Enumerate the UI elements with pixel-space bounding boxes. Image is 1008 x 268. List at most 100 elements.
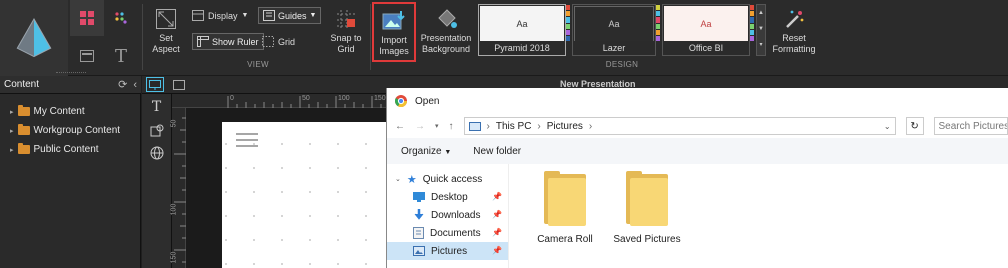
nav-desktop[interactable]: Desktop 📌 xyxy=(387,188,508,206)
ruler-corner xyxy=(172,94,210,108)
pin-icon[interactable]: 📌 xyxy=(492,246,502,255)
content-panel-header: Content ⟳ ‹ xyxy=(0,76,141,94)
display-label: Display xyxy=(208,10,238,21)
magic-wand-icon xyxy=(786,10,804,28)
show-ruler-toggle[interactable]: Show Ruler xyxy=(192,33,264,50)
reset-formatting-button[interactable]: Reset Formatting xyxy=(770,4,818,55)
globe-icon xyxy=(150,146,163,160)
layout-button[interactable] xyxy=(70,38,104,74)
shape-tool-button[interactable] xyxy=(142,120,171,142)
dialog-title-bar: Open xyxy=(387,88,1008,114)
content-panel-title: Content xyxy=(4,79,40,90)
new-folder-button[interactable]: New folder xyxy=(473,146,521,157)
breadcrumb-this-pc[interactable]: This PC xyxy=(496,121,532,132)
grid-toggle[interactable]: Grid xyxy=(262,36,295,47)
theme-name: Pyramid 2018 xyxy=(479,41,565,55)
nav-downloads[interactable]: Downloads 📌 xyxy=(387,206,508,224)
web-tool-button[interactable] xyxy=(142,142,171,164)
chevron-down-icon: ▼ xyxy=(444,148,452,156)
apps-grid-icon xyxy=(80,11,94,25)
tree-item-workgroup-content[interactable]: ▸ Workgroup Content xyxy=(0,121,140,140)
file-list: Camera Roll Saved Pictures xyxy=(509,164,1008,268)
dots-button[interactable] xyxy=(104,0,138,36)
collapse-left-icon[interactable]: ‹ xyxy=(133,79,137,91)
back-arrow-icon[interactable]: ← xyxy=(395,121,405,132)
pictures-icon xyxy=(413,246,425,256)
text-tool-icon[interactable]: T xyxy=(142,94,171,120)
guides-dropdown[interactable]: Guides ▼ xyxy=(258,7,322,24)
folder-icon xyxy=(626,171,668,226)
nav-pictures[interactable]: Pictures 📌 xyxy=(387,242,508,260)
dialog-title: Open xyxy=(415,95,440,107)
refresh-icon[interactable]: ⟳ xyxy=(118,78,127,91)
breadcrumb-pictures[interactable]: Pictures xyxy=(547,121,583,132)
nav-label: Documents xyxy=(430,227,481,239)
display-dropdown[interactable]: Display ▼ xyxy=(192,10,248,21)
theme-sample: Aa xyxy=(480,6,564,42)
snap-to-grid-button[interactable]: Snap to Grid xyxy=(326,4,366,55)
expand-chevron-icon[interactable]: ⌄ xyxy=(395,175,401,183)
slide-canvas[interactable] xyxy=(222,122,392,268)
text-tool-button[interactable]: T xyxy=(104,38,138,74)
apps-grid-button[interactable] xyxy=(70,0,104,36)
theme-color-strip xyxy=(656,5,660,42)
theme-office-bi[interactable]: Aa Office BI xyxy=(662,4,750,56)
text-t-icon: T xyxy=(114,45,127,67)
ribbon: T Set Aspect Display ▼ Guides ▼ Show Rul… xyxy=(0,0,1008,76)
search-input[interactable]: Search Pictures xyxy=(933,117,1008,135)
nav-label: Downloads xyxy=(431,209,481,221)
folder-icon xyxy=(17,124,30,135)
theme-color-strip xyxy=(750,5,754,42)
pin-icon[interactable]: 📌 xyxy=(492,192,502,201)
address-dropdown-icon[interactable]: ⌄ xyxy=(884,122,891,131)
import-image-icon xyxy=(382,11,405,30)
ruler-ticks xyxy=(227,96,382,108)
desktop-view-button[interactable] xyxy=(146,77,164,92)
theme-lazer[interactable]: Aa Lazer xyxy=(572,4,656,56)
pin-icon[interactable]: 📌 xyxy=(492,210,502,219)
tablet-view-button[interactable] xyxy=(170,78,188,92)
show-ruler-label: Show Ruler xyxy=(212,36,259,47)
content-panel: ▸ My Content ▸ Workgroup Content ▸ Publi… xyxy=(0,94,141,268)
vertical-ruler: 50 100 150 xyxy=(170,108,186,268)
tree-item-my-content[interactable]: ▸ My Content xyxy=(0,102,140,121)
organize-button[interactable]: Organize ▼ xyxy=(401,146,451,157)
up-arrow-icon[interactable]: ↑ xyxy=(449,121,454,132)
ruler-label: 150 xyxy=(170,251,178,264)
theme-gallery-scroll[interactable]: ▲ ▼ ▾ xyxy=(756,4,766,56)
folder-saved-pictures[interactable]: Saved Pictures xyxy=(605,171,689,245)
import-images-button[interactable]: Import Images xyxy=(372,2,416,62)
gallery-expand-icon: ▾ xyxy=(759,42,763,48)
ruler-label: 0 xyxy=(230,95,234,102)
nav-label: Desktop xyxy=(431,191,468,203)
tree-item-public-content[interactable]: ▸ Public Content xyxy=(0,140,140,159)
expand-arrow-icon[interactable]: ▸ xyxy=(10,108,14,116)
colored-dots-icon xyxy=(115,12,127,24)
import-images-label: Import Images xyxy=(379,35,409,56)
star-icon: ★ xyxy=(406,173,417,186)
tree-item-label: Public Content xyxy=(33,144,99,155)
hamburger-menu-icon[interactable] xyxy=(236,132,258,148)
recent-chevron-icon[interactable]: ▾ xyxy=(435,122,439,130)
refresh-button[interactable]: ↻ xyxy=(905,117,924,135)
expand-arrow-icon[interactable]: ▸ xyxy=(10,146,14,154)
app-logo xyxy=(0,0,68,76)
folder-camera-roll[interactable]: Camera Roll xyxy=(525,171,605,245)
theme-pyramid-2018[interactable]: Aa Pyramid 2018 xyxy=(478,4,566,56)
display-icon xyxy=(192,10,204,21)
address-bar-row: ← → ▾ ↑ › This PC › Pictures › ⌄ ↻ Searc… xyxy=(387,114,1008,138)
address-bar[interactable]: › This PC › Pictures › ⌄ xyxy=(463,117,896,135)
panel-grip[interactable] xyxy=(56,72,86,76)
set-aspect-button[interactable]: Set Aspect xyxy=(146,4,186,55)
nav-documents[interactable]: Documents 📌 xyxy=(387,224,508,242)
theme-name: Office BI xyxy=(663,41,749,55)
chevron-down-icon: ▼ xyxy=(241,12,249,19)
forward-arrow-icon[interactable]: → xyxy=(415,121,425,132)
pin-icon[interactable]: 📌 xyxy=(492,228,502,237)
chevron-down-icon: ▼ xyxy=(309,12,317,19)
presentation-background-button[interactable]: Presentation Background xyxy=(418,4,474,55)
expand-arrow-icon[interactable]: ▸ xyxy=(10,127,14,135)
nav-quick-access[interactable]: ⌄ ★ Quick access xyxy=(387,170,508,188)
dialog-toolbar: Organize ▼ New folder xyxy=(387,138,1008,164)
tree-item-label: My Content xyxy=(33,106,85,117)
